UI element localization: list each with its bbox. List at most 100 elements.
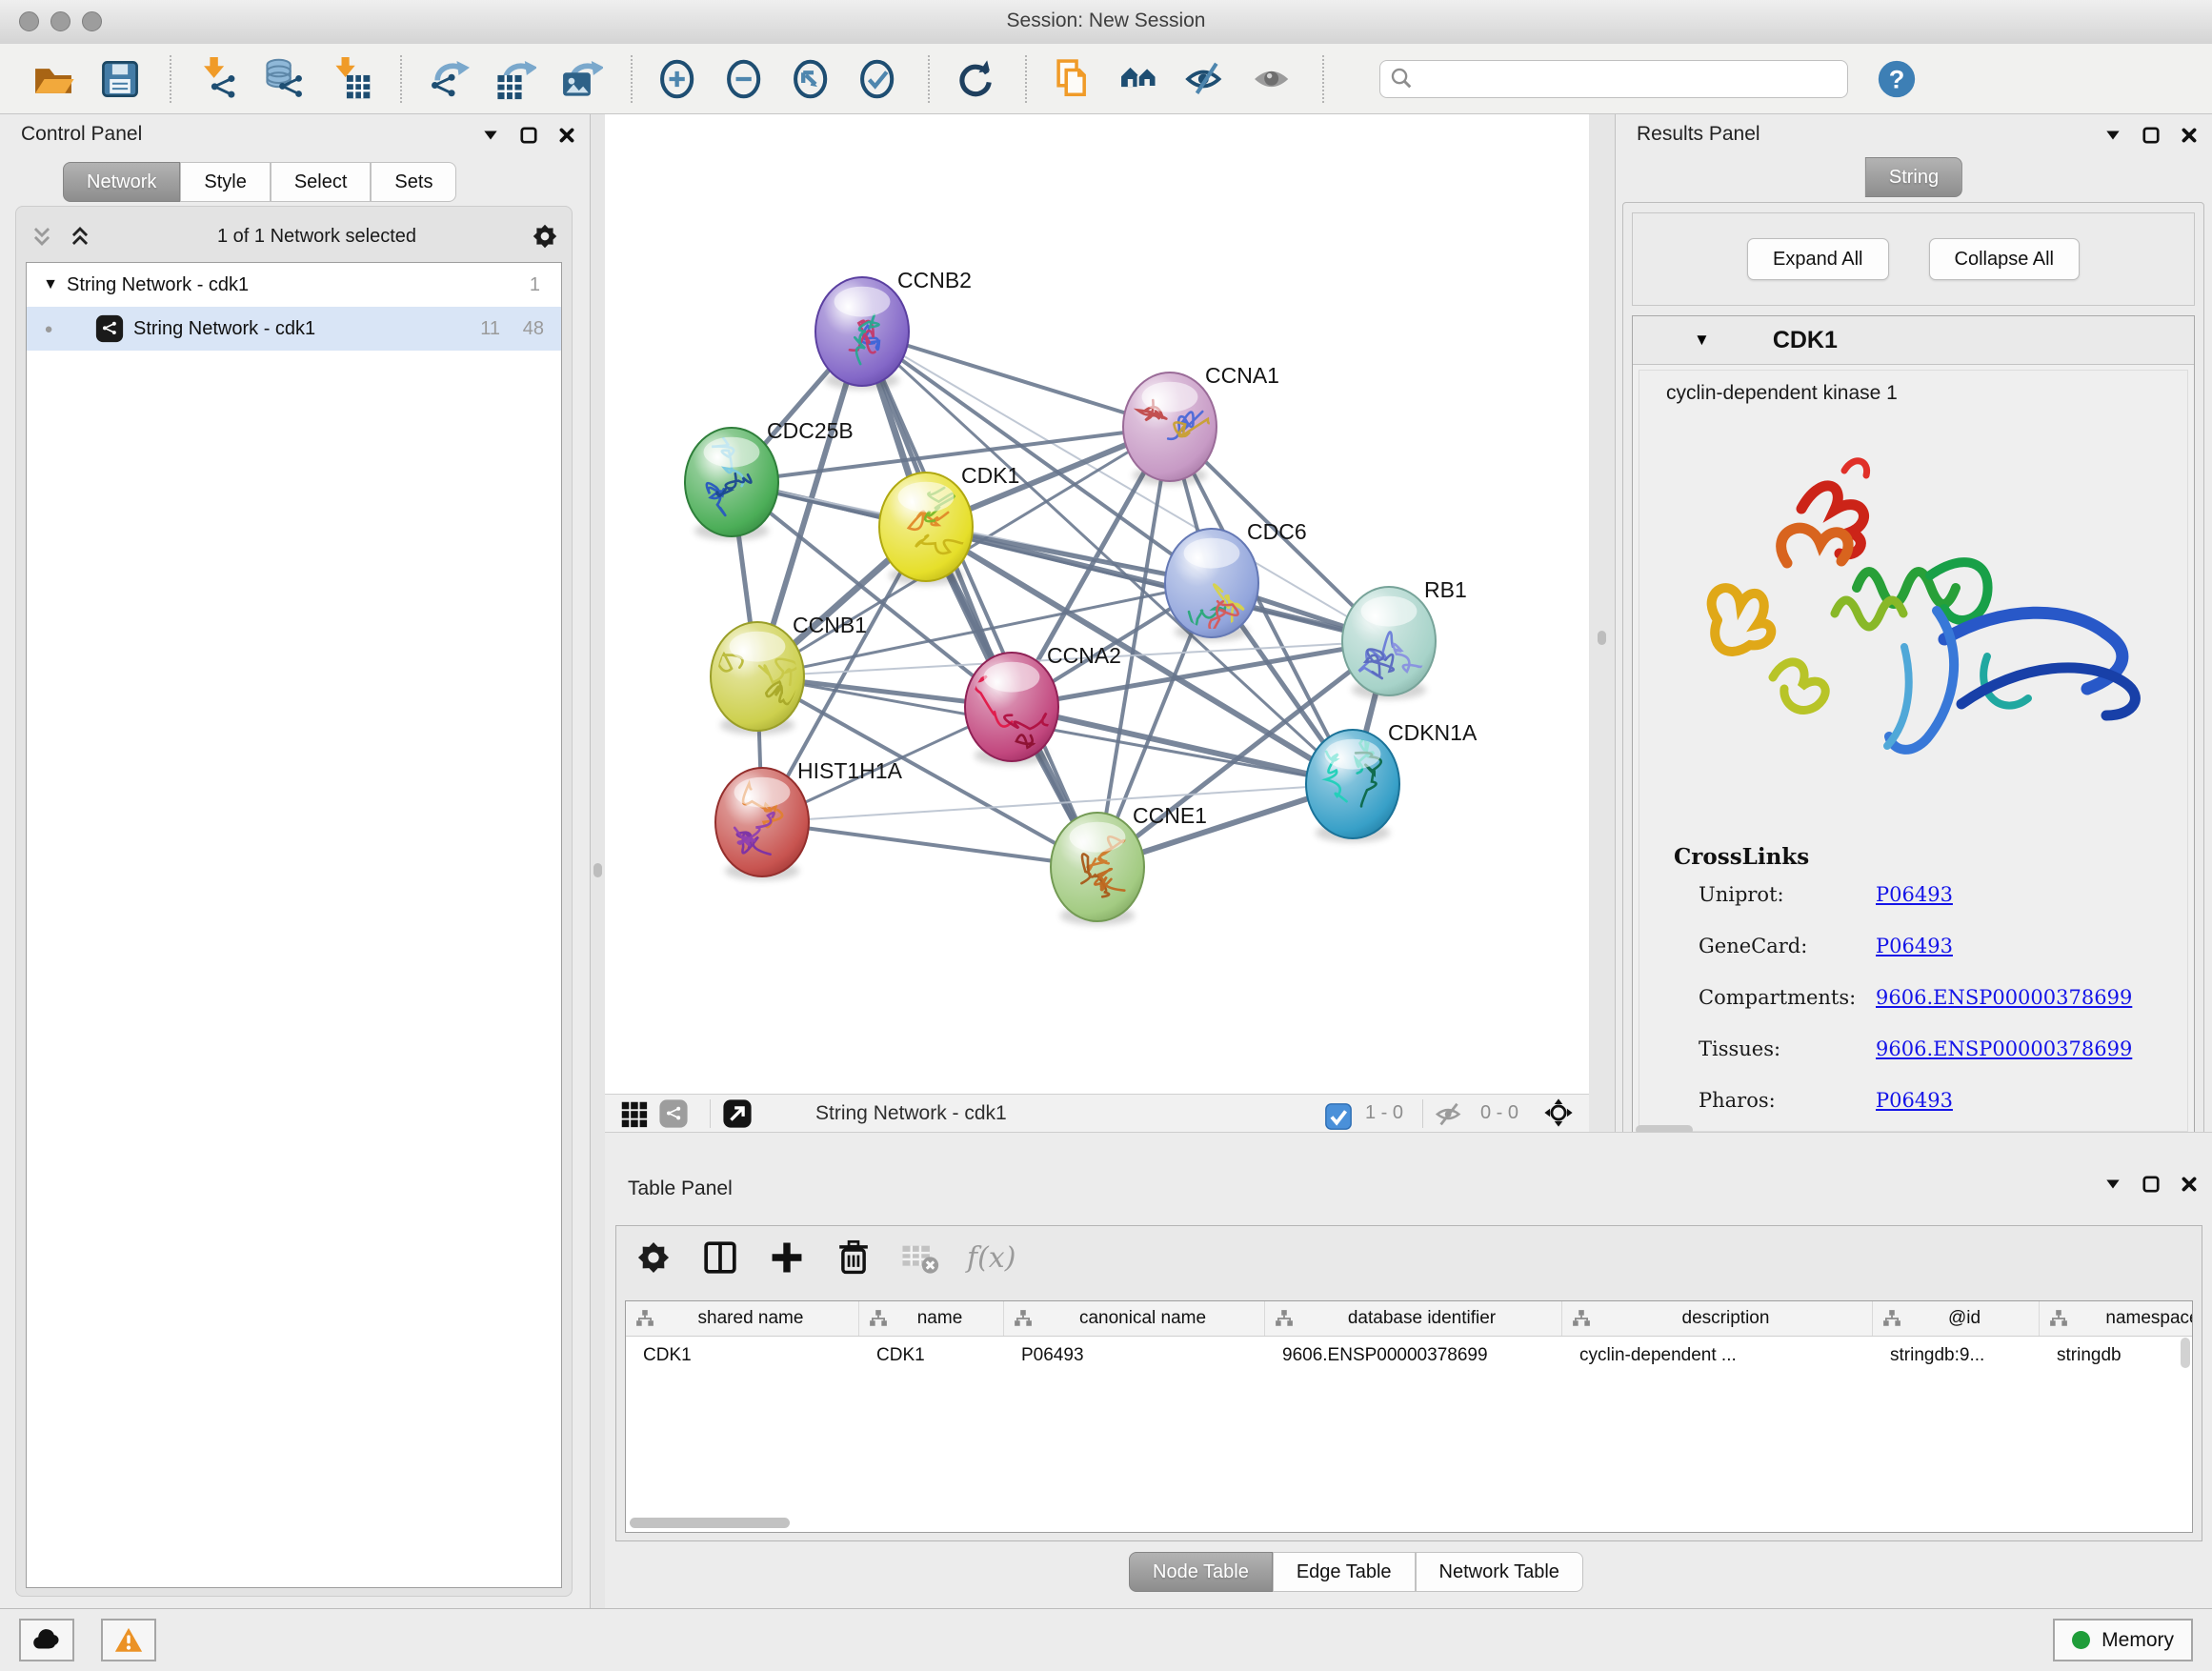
tab-network-table[interactable]: Network Table <box>1416 1552 1583 1592</box>
node-HIST1H1A[interactable] <box>715 768 809 880</box>
selected-checkbox-icon[interactable] <box>1323 1101 1348 1126</box>
column-header-description[interactable]: description <box>1562 1301 1873 1336</box>
section-expand-icon[interactable]: ▼ <box>1694 331 1710 350</box>
column-header--id[interactable]: @id <box>1873 1301 2040 1336</box>
left-splitter[interactable] <box>591 114 605 1608</box>
hidden-eye-icon[interactable] <box>1435 1099 1463 1128</box>
zoom-window-button[interactable] <box>82 11 102 31</box>
split-columns-button[interactable] <box>700 1238 740 1278</box>
protein-section-header[interactable]: ▼ CDK1 <box>1633 316 2194 365</box>
zoom-selected-button[interactable] <box>854 54 903 104</box>
cloud-button[interactable] <box>19 1619 74 1661</box>
collapse-all-icon[interactable] <box>28 222 56 251</box>
panel-close-icon[interactable] <box>2180 1175 2199 1194</box>
panel-collapse-icon[interactable] <box>481 126 500 145</box>
right-splitter-grip[interactable] <box>1598 631 1606 645</box>
home-views-button[interactable] <box>1115 54 1164 104</box>
crosslink-link[interactable]: P06493 <box>1876 883 1953 906</box>
right-splitter[interactable] <box>1589 114 1615 1132</box>
left-splitter-grip[interactable] <box>593 863 602 877</box>
edge-CCNA2-CDKN1A[interactable] <box>1012 707 1353 784</box>
export-image-button[interactable] <box>556 54 606 104</box>
tab-string[interactable]: String <box>1865 157 1962 197</box>
crosslink-link[interactable]: P06493 <box>1876 935 1953 957</box>
crosslink-link[interactable]: P06493 <box>1876 1089 1953 1112</box>
node-CDKN1A[interactable] <box>1306 730 1399 842</box>
close-window-button[interactable] <box>19 11 39 31</box>
crosslink-link[interactable]: 9606.ENSP00000378699 <box>1876 986 2132 1009</box>
minimize-window-button[interactable] <box>50 11 70 31</box>
edge-HIST1H1A-CCNE1[interactable] <box>762 822 1097 867</box>
panel-float-icon[interactable] <box>2142 1175 2161 1194</box>
node-CCNB1[interactable] <box>698 622 804 735</box>
zoom-out-button[interactable] <box>720 54 770 104</box>
edge-CCNB2-CCNE1[interactable] <box>862 332 1097 867</box>
zoom-fit-button[interactable] <box>787 54 836 104</box>
show-display-button[interactable] <box>1248 54 1297 104</box>
function-builder-button[interactable]: f(x) <box>967 1241 1016 1275</box>
delete-table-button[interactable] <box>900 1238 940 1278</box>
tab-select[interactable]: Select <box>271 162 372 202</box>
hide-display-button[interactable] <box>1181 54 1231 104</box>
panel-float-icon[interactable] <box>2142 126 2161 145</box>
tab-node-table[interactable]: Node Table <box>1129 1552 1273 1592</box>
crosslink-link[interactable]: 9606.ENSP00000378699 <box>1876 1037 2132 1060</box>
search-input[interactable] <box>1415 68 1838 91</box>
table-vscrollbar[interactable] <box>2181 1338 2190 1368</box>
collapse-all-button[interactable]: Collapse All <box>1929 238 2081 280</box>
collection-expand-icon[interactable]: ▼ <box>34 276 67 293</box>
node-CCNA2[interactable] <box>964 653 1064 765</box>
node-CDK1[interactable] <box>879 473 976 585</box>
node-RB1[interactable] <box>1342 587 1450 699</box>
memory-button[interactable]: Memory <box>2053 1619 2193 1661</box>
network-options-gear-icon[interactable] <box>530 221 560 252</box>
add-column-button[interactable] <box>767 1238 807 1278</box>
table-hscrollbar[interactable] <box>630 1518 790 1528</box>
detach-view-icon[interactable] <box>722 1098 753 1129</box>
control-panel-controls <box>481 126 576 145</box>
table-row[interactable]: CDK1CDK1P064939606.ENSP00000378699cyclin… <box>626 1337 2192 1375</box>
warning-button[interactable] <box>101 1619 156 1661</box>
tab-sets[interactable]: Sets <box>371 162 456 202</box>
export-network-button[interactable] <box>423 54 473 104</box>
settings-gear-button[interactable] <box>633 1238 674 1278</box>
import-network-button[interactable] <box>192 54 242 104</box>
node-CDC25B[interactable] <box>685 428 778 540</box>
panel-close-icon[interactable] <box>557 126 576 145</box>
network-collection-row[interactable]: ▼ String Network - cdk1 1 <box>27 263 561 307</box>
zoom-in-button[interactable] <box>654 54 703 104</box>
panel-close-icon[interactable] <box>2180 126 2199 145</box>
panel-collapse-icon[interactable] <box>2103 126 2122 145</box>
grid-view-icon[interactable] <box>618 1098 649 1129</box>
column-header-name[interactable]: name <box>859 1301 1004 1336</box>
column-header-database-identifier[interactable]: database identifier <box>1265 1301 1562 1336</box>
import-database-button[interactable] <box>259 54 309 104</box>
tab-network[interactable]: Network <box>63 162 180 202</box>
column-header-namespace[interactable]: namespace <box>2040 1301 2193 1336</box>
panel-collapse-icon[interactable] <box>2103 1175 2122 1194</box>
tab-edge-table[interactable]: Edge Table <box>1273 1552 1416 1592</box>
network-row[interactable]: ● String Network - cdk1 11 48 <box>27 307 561 351</box>
open-session-button[interactable] <box>29 54 78 104</box>
node-CCNE1[interactable] <box>1051 813 1144 925</box>
birdseye-view-icon[interactable] <box>1543 1097 1576 1130</box>
network-canvas[interactable]: CCNB2CCNA1CDC25BCDK1CDC6RB1CCNB1CCNA2CDK… <box>605 114 1589 1094</box>
import-table-button[interactable] <box>326 54 375 104</box>
column-header-shared-name[interactable]: shared name <box>626 1301 859 1336</box>
node-label-CDKN1A: CDKN1A <box>1388 720 1478 745</box>
expand-all-icon[interactable] <box>66 222 94 251</box>
column-header-canonical-name[interactable]: canonical name <box>1004 1301 1265 1336</box>
panel-float-icon[interactable] <box>519 126 538 145</box>
edge-CCNB2-CCNA1[interactable] <box>862 332 1170 427</box>
help-button[interactable]: ? <box>1877 59 1917 99</box>
export-table-button[interactable] <box>490 54 539 104</box>
share-view-icon[interactable] <box>658 1098 689 1129</box>
delete-column-button[interactable] <box>834 1238 874 1278</box>
refresh-view-button[interactable] <box>951 54 1000 104</box>
save-session-button[interactable] <box>95 54 145 104</box>
expand-all-button[interactable]: Expand All <box>1747 238 1889 280</box>
network-graph[interactable]: CCNB2CCNA1CDC25BCDK1CDC6RB1CCNB1CCNA2CDK… <box>605 114 1589 1094</box>
copy-documents-button[interactable] <box>1048 54 1097 104</box>
tab-style[interactable]: Style <box>180 162 270 202</box>
node-CCNA1[interactable] <box>1123 372 1223 485</box>
